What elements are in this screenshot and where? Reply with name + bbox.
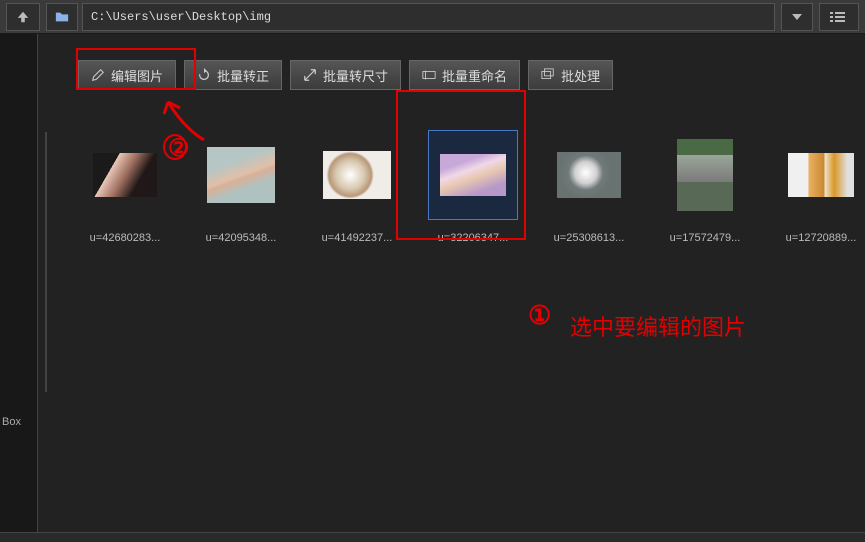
thumbnail-image bbox=[557, 152, 621, 198]
batch-process-button[interactable]: 批处理 bbox=[528, 60, 613, 90]
batch-rename-label: 批量重命名 bbox=[442, 66, 507, 85]
folder-icon bbox=[55, 10, 69, 24]
thumbnail-item[interactable]: u=12720889... bbox=[776, 130, 865, 244]
thumbnail-item[interactable]: u=17572479... bbox=[660, 130, 750, 244]
batch-icon bbox=[541, 68, 555, 82]
batch-process-label: 批处理 bbox=[561, 66, 600, 85]
rotate-icon bbox=[197, 68, 211, 82]
annotation-instruction: 选中要编辑的图片 bbox=[570, 310, 746, 342]
view-mode-button[interactable] bbox=[819, 3, 859, 31]
main-panel: 编辑图片 批量转正 批量转尺寸 批量重命名 批处理 u=42680283... … bbox=[50, 34, 865, 542]
path-field[interactable]: C:\Users\user\Desktop\img bbox=[82, 3, 775, 31]
status-bar bbox=[0, 532, 865, 542]
thumbnail-label: u=25308613... bbox=[554, 232, 625, 244]
thumbnail-image bbox=[440, 154, 506, 196]
thumbnail-item[interactable]: u=25308613... bbox=[544, 130, 634, 244]
thumbnail-image bbox=[207, 147, 275, 203]
sidebar-divider bbox=[45, 132, 47, 392]
thumbnail-row: u=42680283... u=42095348... u=41492237..… bbox=[80, 130, 865, 244]
edit-image-label: 编辑图片 bbox=[111, 66, 163, 85]
thumbnail-label: u=42095348... bbox=[206, 232, 277, 244]
thumbnail-label: u=17572479... bbox=[670, 232, 741, 244]
sidebar-label: Box bbox=[2, 416, 21, 428]
annotation-step-1: ① bbox=[528, 300, 551, 331]
annotation-circle-2 bbox=[163, 134, 187, 160]
thumbnail-label: u=12720889... bbox=[786, 232, 857, 244]
thumbnail-label: u=41492237... bbox=[322, 232, 393, 244]
toolbar: 编辑图片 批量转正 批量转尺寸 批量重命名 批处理 bbox=[78, 60, 865, 90]
batch-rename-button[interactable]: 批量重命名 bbox=[409, 60, 520, 90]
thumbnail-label: u=32206347... bbox=[438, 232, 509, 244]
thumbnail-image bbox=[677, 139, 733, 211]
batch-resize-button[interactable]: 批量转尺寸 bbox=[290, 60, 401, 90]
resize-icon bbox=[303, 68, 317, 82]
address-bar: C:\Users\user\Desktop\img bbox=[0, 0, 865, 34]
view-list-icon bbox=[830, 10, 848, 24]
thumbnail-image bbox=[93, 153, 157, 197]
thumbnail-item[interactable]: u=42095348... bbox=[196, 130, 286, 244]
folder-indicator bbox=[46, 3, 78, 31]
chevron-down-icon bbox=[792, 14, 802, 20]
batch-rotate-button[interactable]: 批量转正 bbox=[184, 60, 282, 90]
sidebar bbox=[0, 34, 38, 542]
thumbnail-image bbox=[323, 151, 391, 199]
arrow-up-icon bbox=[16, 10, 30, 24]
thumbnail-item-selected[interactable]: u=32206347... bbox=[428, 130, 518, 244]
batch-resize-label: 批量转尺寸 bbox=[323, 66, 388, 85]
thumbnail-item[interactable]: u=41492237... bbox=[312, 130, 402, 244]
thumbnail-label: u=42680283... bbox=[90, 232, 161, 244]
up-button[interactable] bbox=[6, 3, 40, 31]
rename-icon bbox=[422, 68, 436, 82]
pencil-icon bbox=[91, 68, 105, 82]
edit-image-button[interactable]: 编辑图片 bbox=[78, 60, 176, 90]
path-dropdown-button[interactable] bbox=[781, 3, 813, 31]
thumbnail-item[interactable]: u=42680283... bbox=[80, 130, 170, 244]
thumbnail-image bbox=[788, 153, 854, 197]
batch-rotate-label: 批量转正 bbox=[217, 66, 269, 85]
